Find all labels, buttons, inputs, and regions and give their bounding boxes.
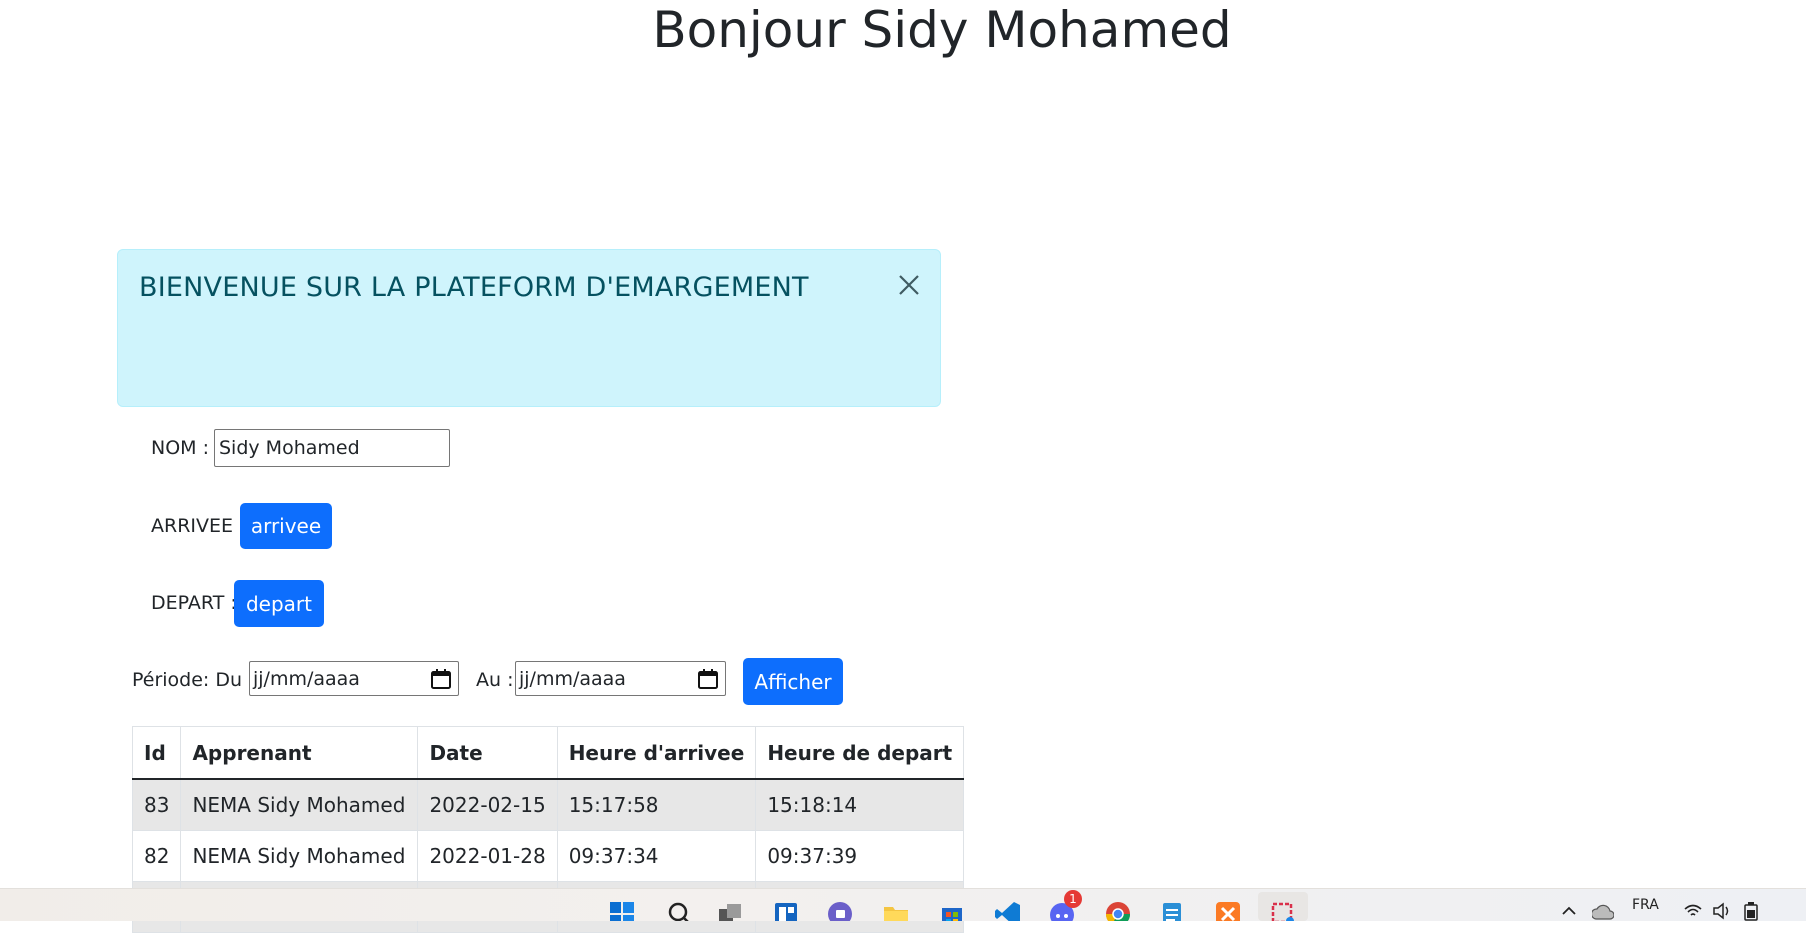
snipping-tool-icon[interactable]: [1269, 900, 1297, 921]
table-cell: 15:18:14: [755, 778, 965, 831]
table-cell: 15:17:58: [556, 778, 757, 831]
depart-label: DEPART :: [151, 592, 237, 614]
depart-button[interactable]: depart: [234, 580, 324, 627]
date-to-value: jj/mm/aaaa: [519, 667, 626, 690]
nom-label: NOM :: [151, 437, 210, 459]
search-icon[interactable]: [666, 900, 694, 921]
to-label: Au :: [476, 669, 514, 691]
alert-close-button[interactable]: [894, 270, 924, 300]
table-header-id: Id: [131, 726, 182, 780]
vscode-icon[interactable]: [994, 900, 1022, 921]
table-header-apprenant: Apprenant: [180, 726, 419, 780]
table-header-row: Id Apprenant Date Heure d'arrivee Heure …: [131, 726, 965, 780]
table-row: 83 NEMA Sidy Mohamed 2022-02-15 15:17:58…: [131, 778, 965, 831]
table-cell: NEMA Sidy Mohamed: [180, 778, 419, 831]
period-label: Période: Du :: [132, 669, 255, 691]
table-cell: 83: [131, 778, 182, 831]
table-cell: 82: [131, 830, 182, 882]
afficher-button[interactable]: Afficher: [743, 658, 843, 705]
table-row: 82 NEMA Sidy Mohamed 2022-01-28 09:37:34…: [131, 830, 965, 882]
alert-message: BIENVENUE SUR LA PLATEFORM D'EMARGEMENT: [139, 272, 809, 303]
welcome-alert: BIENVENUE SUR LA PLATEFORM D'EMARGEMENT: [117, 249, 941, 407]
arrivee-label: ARRIVEE :: [151, 515, 246, 537]
table-header-date: Date: [417, 726, 558, 780]
language-indicator[interactable]: FRA: [1632, 897, 1659, 913]
date-from-input[interactable]: jj/mm/aaaa: [249, 661, 459, 696]
date-from-value: jj/mm/aaaa: [253, 667, 360, 690]
file-explorer-icon[interactable]: [882, 900, 910, 921]
arrivee-button[interactable]: arrivee: [240, 503, 332, 549]
widgets-icon[interactable]: [772, 900, 800, 921]
store-icon[interactable]: [938, 900, 966, 921]
table-cell: 2022-02-15: [417, 778, 558, 831]
teams-chat-icon[interactable]: [826, 900, 854, 921]
table-header-depart: Heure de depart: [755, 726, 965, 780]
nom-input[interactable]: [214, 429, 450, 467]
calendar-icon[interactable]: [697, 668, 719, 690]
notepad-icon[interactable]: [1158, 900, 1186, 921]
notification-badge: 1: [1064, 890, 1082, 908]
calendar-icon[interactable]: [430, 668, 452, 690]
table-cell: 09:37:34: [556, 830, 757, 882]
volume-icon[interactable]: [1712, 902, 1732, 920]
table-cell: 09:37:39: [755, 830, 965, 882]
wifi-icon[interactable]: [1684, 903, 1702, 919]
xampp-icon[interactable]: [1214, 900, 1242, 921]
table-header-arrivee: Heure d'arrivee: [556, 726, 757, 780]
windows-start-icon[interactable]: [608, 900, 636, 921]
page-title: Bonjour Sidy Mohamed: [652, 1, 1232, 59]
date-to-input[interactable]: jj/mm/aaaa: [515, 661, 726, 696]
table-cell: NEMA Sidy Mohamed: [180, 830, 419, 882]
battery-icon[interactable]: [1742, 901, 1760, 921]
windows-taskbar: 1 FRA: [0, 888, 1806, 921]
chevron-up-icon[interactable]: [1562, 905, 1576, 915]
chrome-icon[interactable]: [1104, 900, 1132, 921]
onedrive-icon[interactable]: [1592, 901, 1614, 921]
close-icon: [899, 275, 919, 295]
task-view-icon[interactable]: [716, 900, 744, 921]
table-cell: 2022-01-28: [417, 830, 558, 882]
